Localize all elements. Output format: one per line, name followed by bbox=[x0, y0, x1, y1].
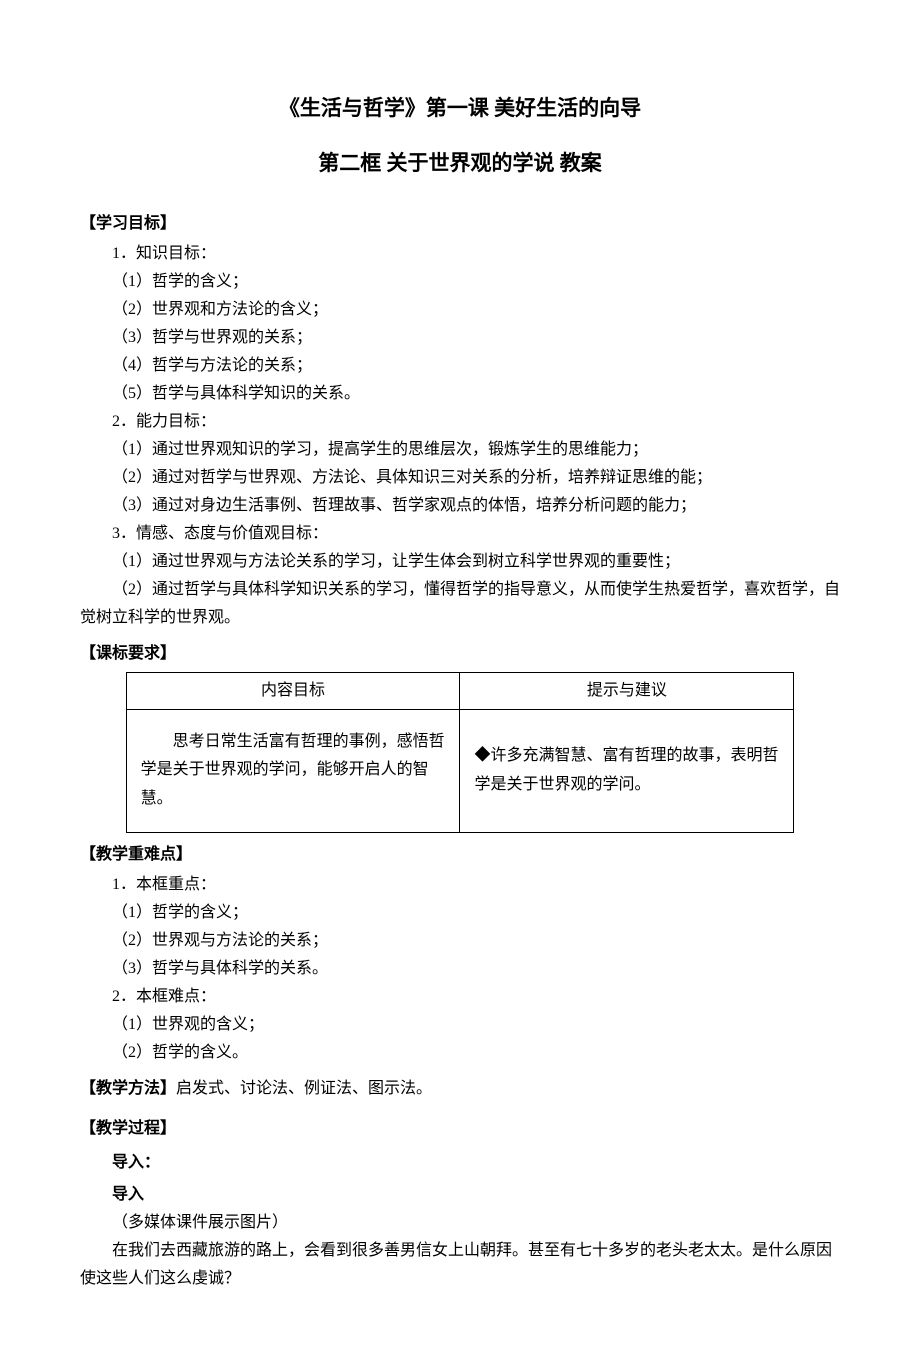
ability-item: （1）通过世界观知识的学习，提高学生的思维层次，锻炼学生的思维能力； bbox=[112, 436, 840, 464]
process-heading: 【教学过程】 bbox=[80, 1115, 840, 1143]
ability-item: （3）通过对身边生活事例、哲理故事、哲学家观点的体悟，培养分析问题的能力； bbox=[112, 492, 840, 520]
process-line: 在我们去西藏旅游的路上，会看到很多善男信女上山朝拜。甚至有七十多岁的老头老太太。… bbox=[80, 1237, 840, 1293]
objectives-heading: 【学习目标】 bbox=[80, 210, 840, 238]
knowledge-item: （1）哲学的含义； bbox=[112, 268, 840, 296]
table-cell-left: 思考日常生活富有哲理的事例，感悟哲学是关于世界观的学问，能够开启人的智慧。 bbox=[126, 709, 460, 832]
doc-subtitle: 第二框 关于世界观的学说 教案 bbox=[80, 145, 840, 182]
table-header-right: 提示与建议 bbox=[460, 672, 794, 709]
ability-label: 2．能力目标： bbox=[112, 408, 840, 436]
emotion-item: （1）通过世界观与方法论关系的学习，让学生体会到树立科学世界观的重要性； bbox=[112, 548, 840, 576]
knowledge-item: （3）哲学与世界观的关系； bbox=[112, 324, 840, 352]
process-intro2: 导入 bbox=[80, 1181, 840, 1209]
focus-item: （2）世界观与方法论的关系； bbox=[112, 927, 840, 955]
emotion-item: （2）通过哲学与具体科学知识关系的学习，懂得哲学的指导意义，从而使学生热爱哲学，… bbox=[80, 576, 840, 632]
table-header-left: 内容目标 bbox=[126, 672, 460, 709]
focus-label: 1．本框重点： bbox=[112, 871, 840, 899]
emotion-label: 3．情感、态度与价值观目标： bbox=[112, 520, 840, 548]
difficulty-item: （2）哲学的含义。 bbox=[112, 1039, 840, 1067]
methods-text: 启发式、讨论法、例证法、图示法。 bbox=[176, 1080, 432, 1097]
knowledge-item: （5）哲学与具体科学知识的关系。 bbox=[112, 380, 840, 408]
standards-heading: 【课标要求】 bbox=[80, 640, 840, 668]
knowledge-label: 1．知识目标： bbox=[112, 240, 840, 268]
table-cell-right: ◆许多充满智慧、富有哲理的故事，表明哲学是关于世界观的学问。 bbox=[460, 709, 794, 832]
methods-heading: 【教学方法】 bbox=[80, 1080, 176, 1097]
keypoints-heading: 【教学重难点】 bbox=[80, 841, 840, 869]
doc-title: 《生活与哲学》第一课 美好生活的向导 bbox=[80, 90, 840, 127]
difficulty-item: （1）世界观的含义； bbox=[112, 1011, 840, 1039]
difficulty-label: 2．本框难点： bbox=[112, 983, 840, 1011]
knowledge-item: （4）哲学与方法论的关系； bbox=[112, 352, 840, 380]
focus-item: （1）哲学的含义； bbox=[112, 899, 840, 927]
knowledge-item: （2）世界观和方法论的含义； bbox=[112, 296, 840, 324]
focus-item: （3）哲学与具体科学的关系。 bbox=[112, 955, 840, 983]
methods-line: 【教学方法】启发式、讨论法、例证法、图示法。 bbox=[80, 1075, 840, 1103]
ability-item: （2）通过对哲学与世界观、方法论、具体知识三对关系的分析，培养辩证思维的能； bbox=[112, 464, 840, 492]
process-line: （多媒体课件展示图片） bbox=[112, 1209, 840, 1237]
process-intro1: 导入： bbox=[80, 1149, 840, 1177]
standards-table: 内容目标 提示与建议 思考日常生活富有哲理的事例，感悟哲学是关于世界观的学问，能… bbox=[126, 672, 795, 833]
